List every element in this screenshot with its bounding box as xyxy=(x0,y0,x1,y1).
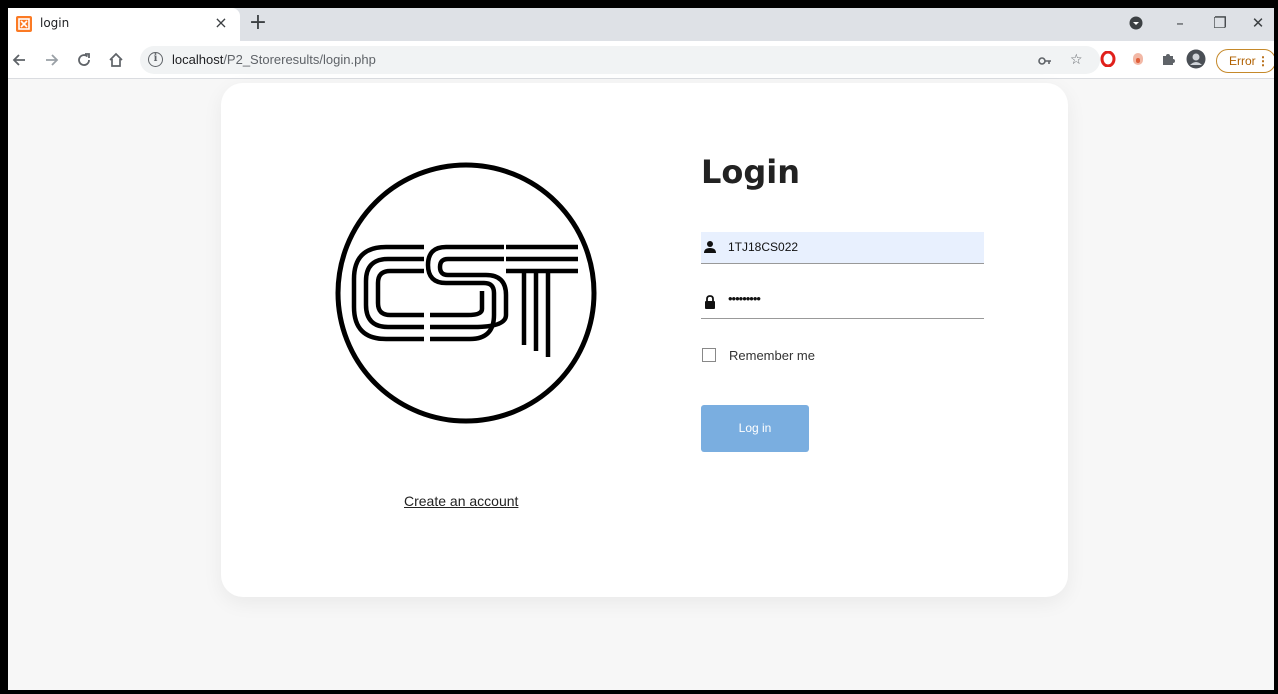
restore-button[interactable]: ❐ xyxy=(1208,12,1232,34)
key-icon[interactable] xyxy=(1038,52,1052,72)
extension-icon[interactable] xyxy=(1130,51,1148,69)
bookmark-star-icon[interactable]: ☆ xyxy=(1070,52,1083,68)
close-window-button[interactable]: ✕ xyxy=(1246,12,1270,34)
forward-icon[interactable] xyxy=(41,49,63,71)
new-tab-button[interactable]: + xyxy=(246,11,270,35)
lock-icon xyxy=(705,295,715,309)
reload-icon[interactable] xyxy=(73,49,95,71)
minimize-button[interactable]: – xyxy=(1168,12,1192,34)
page-title: Login xyxy=(701,153,801,191)
opera-extension-icon[interactable] xyxy=(1100,50,1118,69)
username-field[interactable]: 1TJ18CS022 xyxy=(701,232,984,264)
cst-logo xyxy=(334,161,598,425)
back-icon[interactable] xyxy=(8,49,30,71)
avatar[interactable] xyxy=(1186,49,1206,69)
error-label: Error xyxy=(1229,54,1256,68)
tab-close-icon[interactable]: × xyxy=(212,14,230,32)
error-button[interactable]: Error ⋮ xyxy=(1216,49,1274,73)
xampp-icon xyxy=(16,16,32,32)
tab-strip: login × + – ❐ ✕ xyxy=(8,8,1274,41)
password-value: ••••••••• xyxy=(728,291,761,306)
home-icon[interactable] xyxy=(105,49,127,71)
password-field[interactable]: ••••••••• xyxy=(701,287,984,319)
address-bar[interactable]: i localhost/P2_Storeresults/login.php ☆ xyxy=(140,46,1100,74)
remember-label: Remember me xyxy=(729,348,815,363)
menu-icon[interactable]: ⋮ xyxy=(1257,50,1269,72)
create-account-link[interactable]: Create an account xyxy=(404,493,518,509)
browser-toolbar: i localhost/P2_Storeresults/login.php ☆ … xyxy=(8,41,1274,79)
remember-checkbox[interactable] xyxy=(702,348,716,362)
tab-login[interactable]: login × xyxy=(8,8,240,41)
user-icon xyxy=(704,241,716,253)
login-button[interactable]: Log in xyxy=(701,405,809,452)
browser-window: login × + – ❐ ✕ i localhost/P2_Storeresu… xyxy=(8,8,1274,690)
tab-title: login xyxy=(40,16,70,30)
site-info-icon[interactable]: i xyxy=(148,52,163,67)
url-text: localhost/P2_Storeresults/login.php xyxy=(172,52,376,67)
login-card: Create an account Login 1TJ18CS022 •••••… xyxy=(221,83,1068,597)
puzzle-extensions-icon[interactable] xyxy=(1160,51,1178,69)
profile-menu-icon[interactable] xyxy=(1124,12,1148,34)
username-value: 1TJ18CS022 xyxy=(728,240,799,254)
